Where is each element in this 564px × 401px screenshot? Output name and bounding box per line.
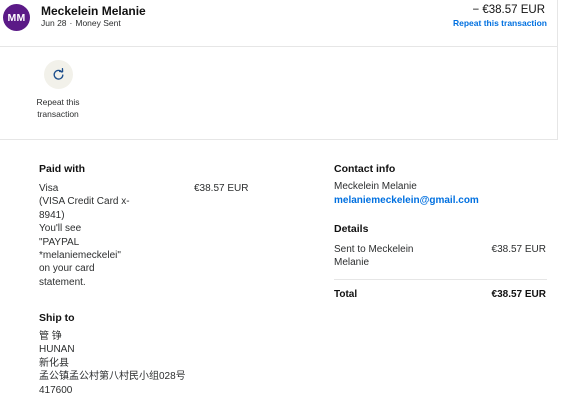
- contact-info-title: Contact info: [334, 163, 396, 175]
- repeat-transaction-link[interactable]: Repeat this transaction: [453, 18, 547, 28]
- address-line: 417600: [39, 384, 73, 396]
- right-border: [557, 0, 558, 140]
- payment-line: "PAYPAL: [39, 236, 80, 248]
- paid-amount: €38.57 EUR: [194, 183, 249, 194]
- transaction-date: Jun 28: [41, 18, 67, 28]
- total-label: Total: [334, 289, 358, 300]
- transaction-header: MM Meckelein Melanie Jun 28 · Money Sent −…: [0, 0, 558, 47]
- address-line: 新化县: [39, 357, 69, 369]
- ship-to-title: Ship to: [39, 312, 75, 324]
- shipping-address: 管 铮 HUNAN 新化县 孟公镇孟公村第八村民小组028号 417600: [39, 330, 186, 397]
- repeat-transaction-action[interactable]: Repeat this transaction: [28, 60, 88, 120]
- payment-method: Visa (VISA Credit Card x- 8941) You'll s…: [39, 182, 130, 289]
- sent-to-label: Sent to Meckelein Melanie: [334, 243, 414, 270]
- contact-name: Meckelein Melanie: [334, 181, 417, 192]
- payment-line: on your card: [39, 263, 95, 275]
- sent-to-line1: Sent to Meckelein: [334, 244, 414, 255]
- actions-divider: [0, 139, 558, 140]
- address-line: 孟公镇孟公村第八村民小组028号: [39, 371, 186, 383]
- payment-line: *melaniemeckelei": [39, 250, 121, 262]
- payment-line: 8941): [39, 209, 65, 221]
- repeat-label-line1: Repeat this: [36, 97, 80, 107]
- transaction-details-page: MM Meckelein Melanie Jun 28 · Money Sent −…: [0, 0, 564, 401]
- sent-to-line2: Melanie: [334, 257, 370, 269]
- details-title: Details: [334, 223, 369, 235]
- payment-line: Visa: [39, 183, 59, 194]
- refresh-icon: [53, 68, 63, 80]
- transaction-meta: Jun 28 · Money Sent: [41, 18, 121, 28]
- total-amount: €38.57 EUR: [491, 289, 546, 300]
- contact-email-link[interactable]: melaniemeckelein@gmail.com: [334, 194, 479, 207]
- address-line: HUNAN: [39, 344, 75, 356]
- payment-line: You'll see: [39, 223, 82, 235]
- repeat-action-label: Repeat this transaction: [37, 96, 80, 120]
- payment-line: (VISA Credit Card x-: [39, 196, 130, 208]
- address-line: 管 铮: [39, 331, 62, 342]
- sent-amount: €38.57 EUR: [491, 244, 546, 255]
- total-divider: [334, 279, 547, 280]
- paid-with-title: Paid with: [39, 163, 86, 175]
- meta-separator: ·: [69, 18, 73, 28]
- header-divider: [0, 46, 558, 47]
- avatar: MM: [3, 4, 30, 31]
- transaction-type: Money Sent: [75, 18, 121, 28]
- recipient-name: Meckelein Melanie: [41, 4, 146, 18]
- repeat-action-button[interactable]: [43, 60, 73, 89]
- transaction-amount: − €38.57 EUR: [472, 4, 545, 16]
- payment-line: statement.: [39, 276, 86, 288]
- repeat-label-line2: transaction: [37, 109, 79, 119]
